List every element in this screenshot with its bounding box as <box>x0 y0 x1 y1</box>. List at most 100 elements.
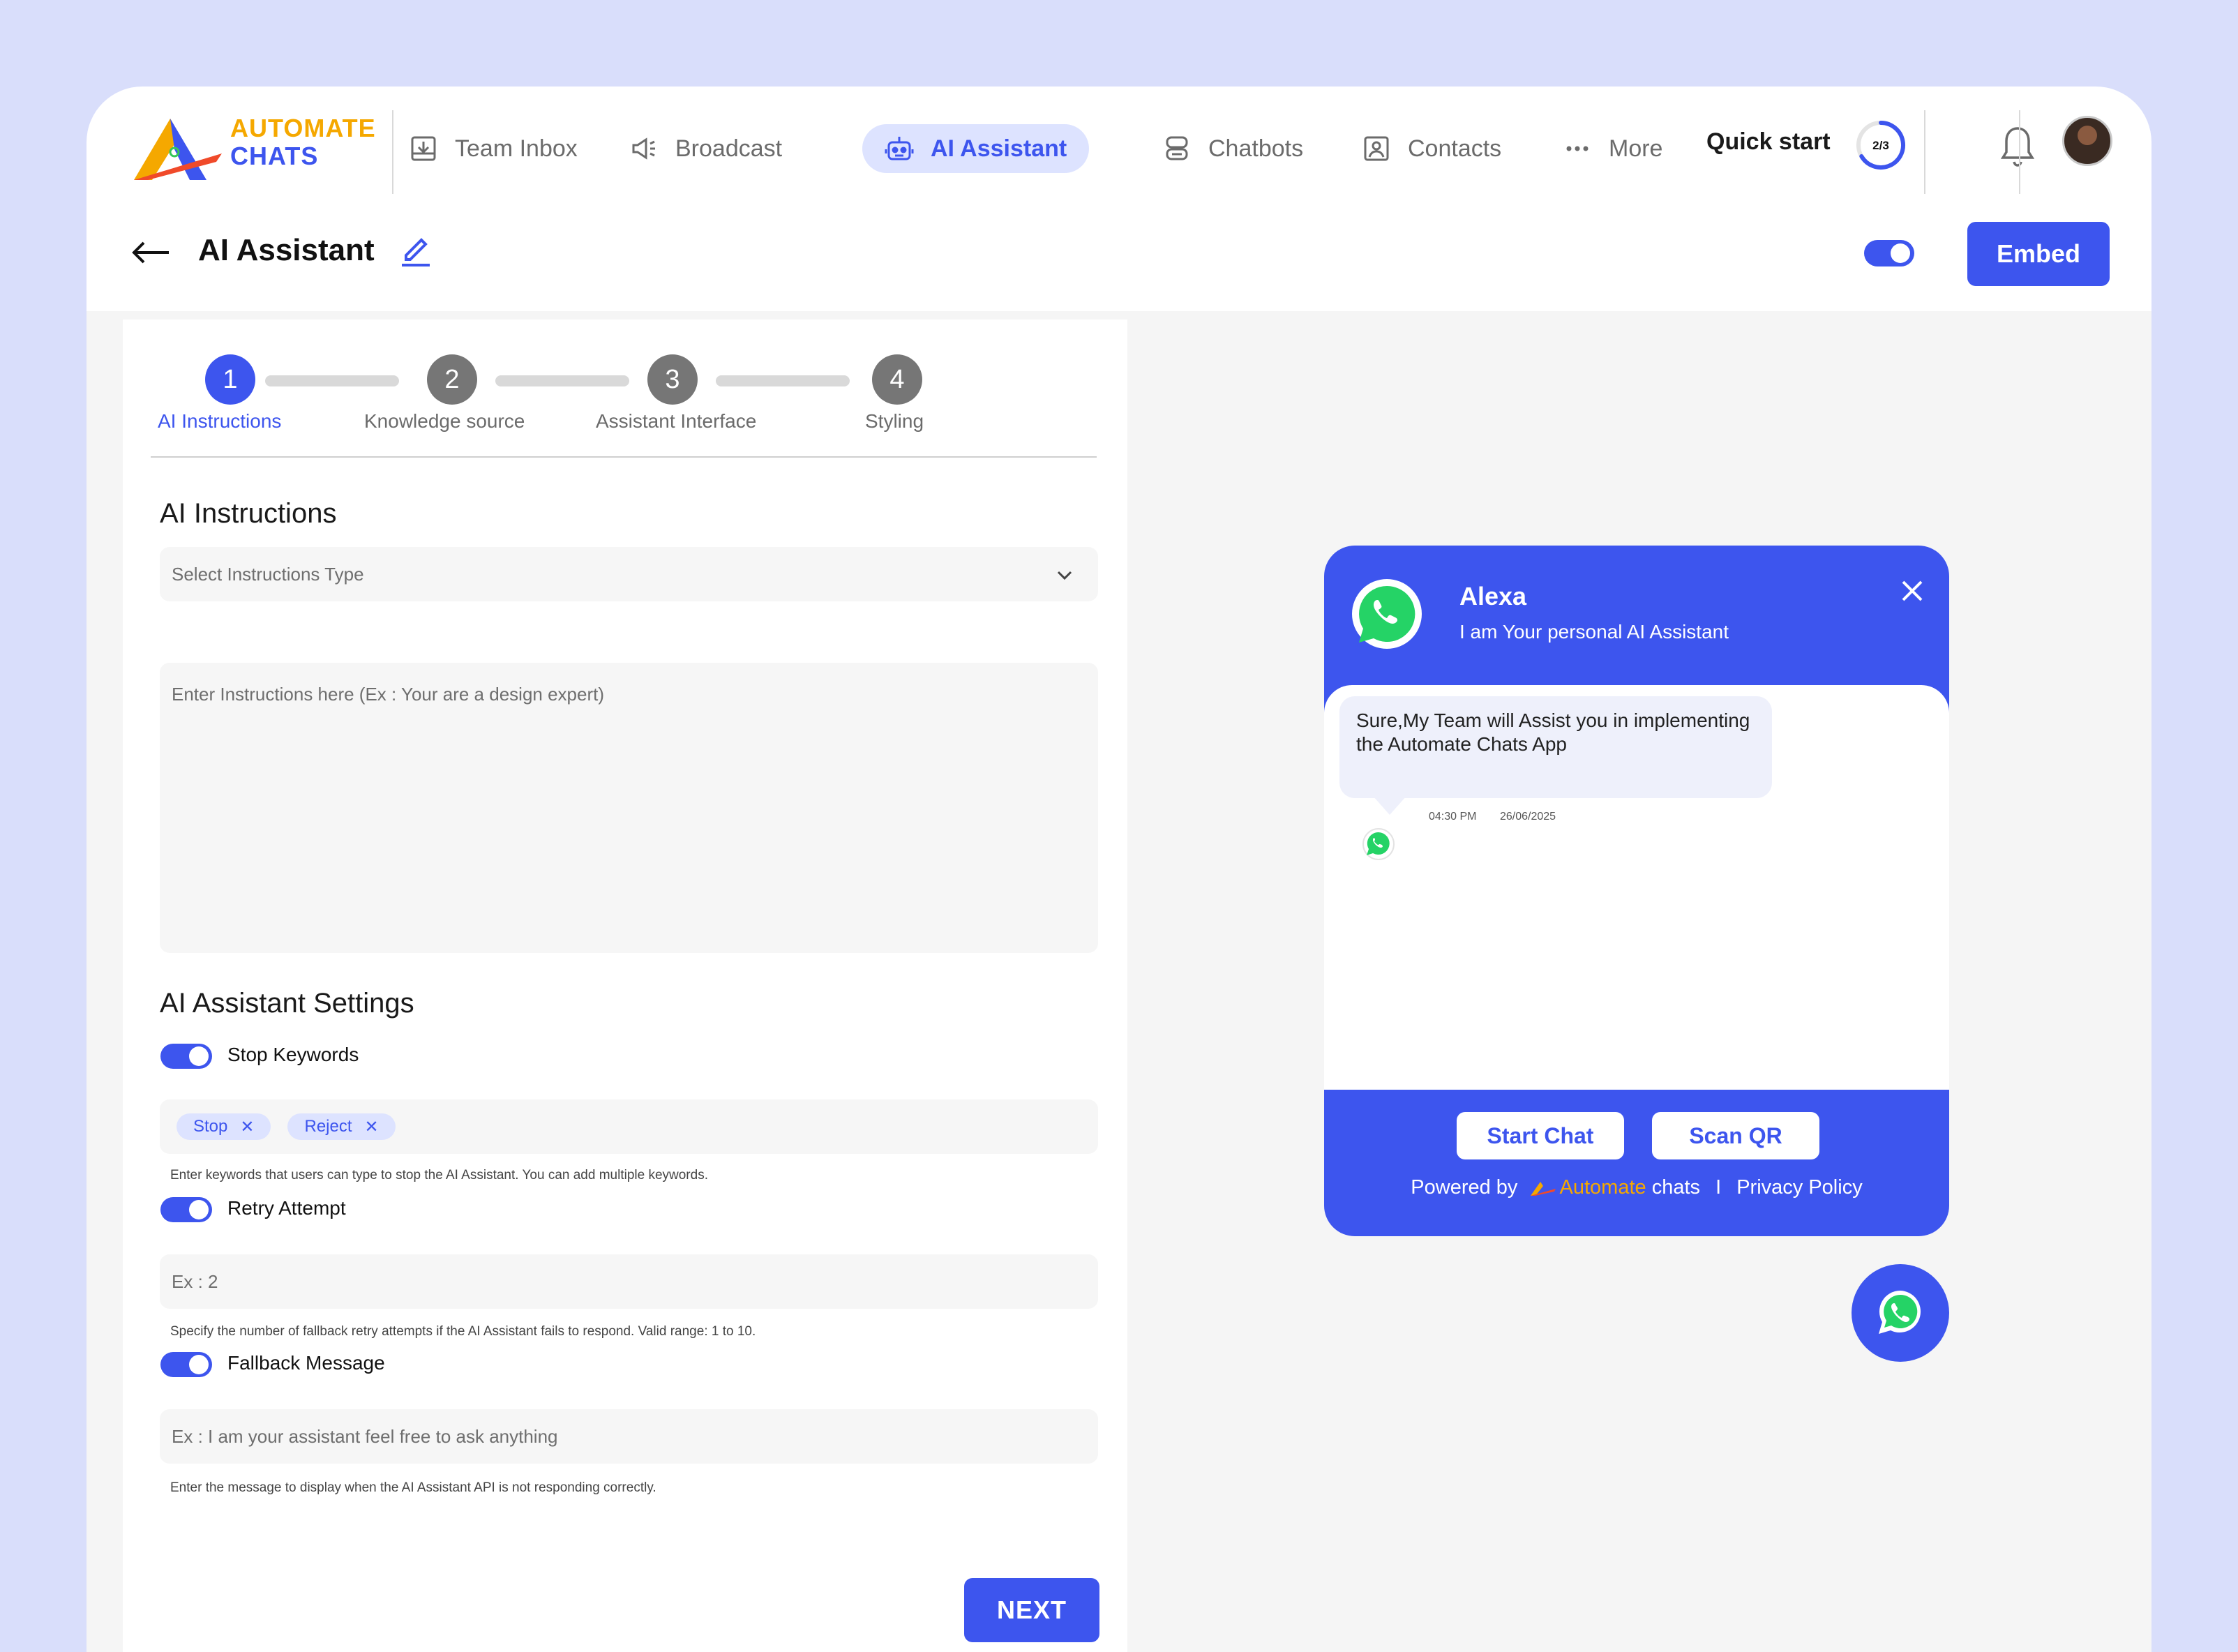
message-time: 04:30 PM <box>1429 811 1477 823</box>
widget-footer: Start Chat Scan QR Powered by Automate c… <box>1324 1090 1949 1236</box>
step-4-circle[interactable]: 4 <box>872 354 922 405</box>
step-2-circle[interactable]: 2 <box>427 354 477 405</box>
chip-label: Reject <box>304 1117 352 1136</box>
brand-line1: AUTOMATE <box>230 114 376 142</box>
close-icon[interactable]: ✕ <box>240 1117 254 1137</box>
retry-attempt-input[interactable]: Ex : 2 <box>160 1254 1098 1309</box>
nav-label: More <box>1609 135 1663 162</box>
bell-icon[interactable] <box>1998 124 2037 169</box>
message-text: Sure,My Team will Assist you in implemen… <box>1356 709 1750 755</box>
close-icon[interactable]: ✕ <box>365 1117 379 1137</box>
contact-card-icon <box>1364 136 1389 161</box>
step-connector <box>716 375 850 386</box>
next-button[interactable]: NEXT <box>964 1578 1099 1642</box>
chat-message-area: Sure,My Team will Assist you in implemen… <box>1324 685 1949 1090</box>
top-navigation: AUTOMATE CHATS Team Inbox Broadcast AI A… <box>87 87 2151 211</box>
widget-header: Alexa I am Your personal AI Assistant <box>1324 546 1949 685</box>
chip-label: Stop <box>193 1117 228 1136</box>
keyword-chip: Stop ✕ <box>177 1113 271 1140</box>
brand-line2: CHATS <box>230 142 319 170</box>
fallback-message-label: Fallback Message <box>227 1352 385 1374</box>
powered-separator: I <box>1715 1176 1722 1199</box>
agent-subtitle: I am Your personal AI Assistant <box>1459 621 1729 643</box>
keyword-chip: Reject ✕ <box>287 1113 396 1140</box>
privacy-policy-link[interactable]: Privacy Policy <box>1736 1176 1863 1199</box>
edit-pencil-icon[interactable] <box>399 232 433 268</box>
start-chat-button[interactable]: Start Chat <box>1457 1112 1624 1159</box>
scan-qr-button[interactable]: Scan QR <box>1652 1112 1819 1159</box>
more-dots-icon <box>1566 146 1589 151</box>
brand-wordmark: AUTOMATE CHATS <box>230 114 376 170</box>
stop-keywords-help: Enter keywords that users can type to st… <box>170 1168 708 1182</box>
message-bubble: Sure,My Team will Assist you in implemen… <box>1339 696 1772 798</box>
step-2-label[interactable]: Knowledge source <box>364 410 525 433</box>
nav-item-team-inbox[interactable]: Team Inbox <box>386 124 600 173</box>
whatsapp-logo-icon <box>1352 579 1422 649</box>
nav-label: AI Assistant <box>931 135 1067 162</box>
whatsapp-icon <box>1879 1291 1921 1334</box>
step-4-label[interactable]: Styling <box>865 410 924 433</box>
powered-by-text: Powered by <box>1411 1176 1518 1199</box>
avatar[interactable] <box>2062 116 2112 166</box>
retry-attempt-help: Specify the number of fallback retry att… <box>170 1324 756 1339</box>
powered-by-line: Powered by Automate chats I Privacy Poli… <box>1324 1176 1949 1199</box>
chevron-down-icon <box>1057 571 1072 580</box>
textarea-placeholder: Enter Instructions here (Ex : Your are a… <box>172 684 605 705</box>
step-1-label[interactable]: AI Instructions <box>158 410 281 433</box>
nav-divider <box>2019 110 2020 194</box>
nav-label: Broadcast <box>675 135 783 162</box>
stop-keywords-toggle[interactable] <box>160 1044 212 1069</box>
back-arrow-icon[interactable] <box>128 239 173 266</box>
automate-chats-mini-logo <box>1530 1182 1556 1196</box>
quick-start-progress-ring[interactable]: 2/3 <box>1854 119 1907 172</box>
retry-attempt-label: Retry Attempt <box>227 1197 346 1219</box>
settings-heading: AI Assistant Settings <box>160 988 414 1019</box>
fallback-placeholder: Ex : I am your assistant feel free to as… <box>172 1425 558 1447</box>
nav-item-chatbots[interactable]: Chatbots <box>1140 124 1325 173</box>
step-connector <box>265 375 399 386</box>
quick-start-progress-text: 2/3 <box>1872 139 1889 152</box>
fallback-message-toggle[interactable] <box>160 1352 212 1377</box>
nav-item-contacts[interactable]: Contacts <box>1339 124 1524 173</box>
inbox-icon <box>411 136 436 161</box>
step-3-circle[interactable]: 3 <box>647 354 698 405</box>
megaphone-icon <box>632 137 655 160</box>
instructions-type-select[interactable]: Select Instructions Type <box>160 547 1098 601</box>
nav-label: Team Inbox <box>455 135 578 162</box>
step-3-label[interactable]: Assistant Interface <box>596 410 756 433</box>
retry-attempt-toggle[interactable] <box>160 1197 212 1222</box>
select-placeholder: Select Instructions Type <box>172 563 364 585</box>
close-icon[interactable] <box>1895 573 1930 608</box>
quick-start-link[interactable]: Quick start <box>1706 128 1831 156</box>
chat-widget-preview: Alexa I am Your personal AI Assistant Su… <box>1324 546 1949 1236</box>
nav-label: Contacts <box>1408 135 1502 162</box>
instructions-heading: AI Instructions <box>160 498 337 529</box>
instructions-textarea[interactable]: Enter Instructions here (Ex : Your are a… <box>160 663 1098 953</box>
agent-name: Alexa <box>1459 582 1527 610</box>
widget-enabled-toggle[interactable] <box>1864 240 1914 266</box>
whatsapp-avatar-icon <box>1362 828 1395 860</box>
step-connector <box>495 375 629 386</box>
stepper-divider <box>151 456 1097 458</box>
robot-icon <box>885 137 914 160</box>
fallback-message-help: Enter the message to display when the AI… <box>170 1480 656 1495</box>
chatbot-icon <box>1166 136 1188 160</box>
bubble-tail <box>1367 790 1412 815</box>
nav-divider <box>1924 110 1925 194</box>
whatsapp-launcher-button[interactable] <box>1852 1264 1949 1362</box>
retry-placeholder: Ex : 2 <box>172 1270 218 1292</box>
message-date: 26/06/2025 <box>1500 811 1556 823</box>
app-window: AUTOMATE CHATS Team Inbox Broadcast AI A… <box>87 87 2151 1652</box>
powered-brand-automate[interactable]: Automate <box>1560 1176 1646 1199</box>
nav-item-ai-assistant[interactable]: AI Assistant <box>862 124 1090 173</box>
powered-brand-chats[interactable]: chats <box>1646 1176 1700 1199</box>
embed-button[interactable]: Embed <box>1967 222 2110 286</box>
page-title: AI Assistant <box>198 233 375 267</box>
nav-label: Chatbots <box>1208 135 1304 162</box>
stop-keywords-input[interactable]: Stop ✕ Reject ✕ <box>160 1099 1098 1154</box>
step-1-circle[interactable]: 1 <box>205 354 255 405</box>
nav-item-more[interactable]: More <box>1540 124 1685 173</box>
stop-keywords-label: Stop Keywords <box>227 1044 359 1065</box>
nav-item-broadcast[interactable]: Broadcast <box>607 124 804 173</box>
fallback-message-input[interactable]: Ex : I am your assistant feel free to as… <box>160 1409 1098 1464</box>
